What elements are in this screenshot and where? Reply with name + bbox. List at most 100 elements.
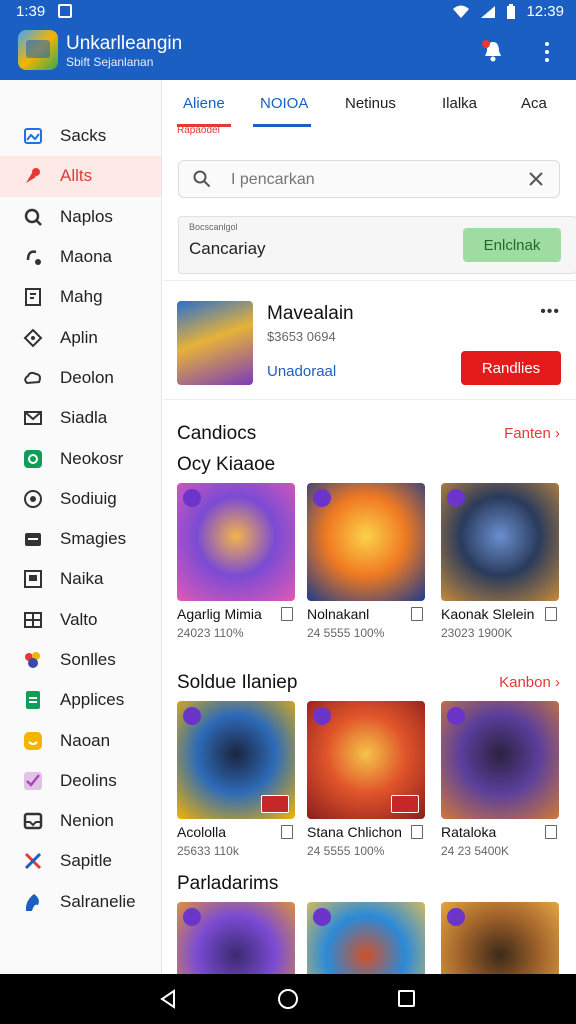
sidebar-item-aplin[interactable]: Aplin xyxy=(0,317,161,357)
tag-icon xyxy=(22,327,44,349)
game-card[interactable]: Nolnakanl 24 5555 100% xyxy=(307,483,425,640)
game-artwork[interactable] xyxy=(307,701,425,819)
game-artwork[interactable] xyxy=(307,483,425,601)
sidebar-item-nenion[interactable]: Nenion xyxy=(0,801,161,841)
sidebar-item-allts[interactable]: Allts xyxy=(0,156,161,197)
signal-icon xyxy=(481,5,496,18)
app-subtitle: Sbift Sejanlanan xyxy=(66,55,154,69)
cloud-icon xyxy=(22,367,44,389)
chat-icon xyxy=(22,448,44,470)
featured-action-button[interactable]: Randlies xyxy=(461,351,561,385)
game-meta: 24 5555 100% xyxy=(307,844,385,858)
featured-more-icon[interactable]: ••• xyxy=(540,303,560,321)
notifications-bell-icon[interactable] xyxy=(480,38,506,64)
sidebar-item-naoan[interactable]: Naoan xyxy=(0,720,161,760)
sidebar-item-label: Applices xyxy=(60,690,125,710)
home-icon[interactable] xyxy=(278,989,298,1009)
game-card[interactable]: Stana Chlichon 24 5555 100% xyxy=(307,701,425,858)
sidebar-item-mahg[interactable]: Mahg xyxy=(0,277,161,317)
flame-icon xyxy=(22,891,44,913)
bookmark-icon[interactable] xyxy=(281,607,293,621)
game-artwork[interactable] xyxy=(177,701,295,819)
game-card[interactable]: Kaonak Slelein 23023 1900K xyxy=(441,483,559,640)
image-icon xyxy=(22,125,44,147)
game-artwork[interactable] xyxy=(441,483,559,601)
game-card[interactable]: Agarlig Mimia 24023 110% xyxy=(177,483,295,640)
sidebar-item-valto[interactable]: Valto xyxy=(0,600,161,640)
sidebar-item-naika[interactable]: Naika xyxy=(0,559,161,599)
category-button[interactable]: Enlclnak xyxy=(463,228,561,262)
recents-icon[interactable] xyxy=(398,990,415,1007)
sidebar-item-sodiuig[interactable]: Sodiuig xyxy=(0,479,161,519)
section-title-3: Parladarims xyxy=(177,873,279,894)
bookmark-icon[interactable] xyxy=(281,825,293,839)
target-icon xyxy=(22,488,44,510)
sidebar-item-neokosr[interactable]: Neokosr xyxy=(0,438,161,478)
tab-subtext: Rapaodel xyxy=(177,125,220,136)
game-card[interactable]: Acololla 25633 110k xyxy=(177,701,295,858)
game-artwork[interactable] xyxy=(177,483,295,601)
tab-ilalka[interactable]: Ilalka xyxy=(442,95,477,112)
game-meta: 23023 1900K xyxy=(441,626,513,640)
game-tag-icon xyxy=(391,795,419,813)
sidebar-item-label: Maona xyxy=(60,247,112,267)
tab-noioa[interactable]: NOIOA xyxy=(260,95,308,112)
sidebar-item-smagies[interactable]: Smagies xyxy=(0,519,161,559)
sidebar-item-label: Nenion xyxy=(60,811,114,831)
section-more-link-1[interactable]: Fanten › xyxy=(504,425,560,442)
sidebar-item-salranelie[interactable]: Salranelie xyxy=(0,882,161,922)
sidebar-item-label: Naika xyxy=(60,569,104,589)
featured-thumbnail[interactable] xyxy=(177,301,253,385)
sidebar-item-sonlles[interactable]: Sonlles xyxy=(0,640,161,680)
game-artwork[interactable] xyxy=(307,902,425,974)
search-icon xyxy=(193,170,211,188)
game-card[interactable]: Rataloka 24 23 5400K xyxy=(441,701,559,858)
tab-aliene[interactable]: Aliene xyxy=(183,95,225,112)
category-hint: Bocscanlgol xyxy=(189,222,238,232)
sidebar-item-sacks[interactable]: Sacks xyxy=(0,116,161,156)
back-icon[interactable] xyxy=(158,989,178,1009)
bookmark-icon[interactable] xyxy=(545,825,557,839)
game-meta: 24023 110% xyxy=(177,626,244,640)
bookmark-icon[interactable] xyxy=(411,825,423,839)
frame-icon xyxy=(22,568,44,590)
featured-link[interactable]: Unadoraal xyxy=(267,363,336,380)
sidebar-item-deolins[interactable]: Deolins xyxy=(0,761,161,801)
doc-icon xyxy=(22,689,44,711)
game-badge-icon xyxy=(313,707,331,725)
sidebar-item-label: Salranelie xyxy=(60,891,136,911)
game-badge-icon xyxy=(447,489,465,507)
tab-aca[interactable]: Aca xyxy=(521,95,547,112)
game-title: Nolnakanl xyxy=(307,606,370,622)
featured-card[interactable]: Mavealain $3653 0694 Unadoraal ••• Randl… xyxy=(163,280,576,400)
sidebar-item-label: Mahg xyxy=(60,287,103,307)
game-artwork[interactable] xyxy=(441,902,559,974)
sidebar-item-label: Aplin xyxy=(60,327,98,347)
search-input[interactable] xyxy=(231,167,511,193)
sidebar-item-siadla[interactable]: Siadla xyxy=(0,398,161,438)
system-nav-bar xyxy=(0,974,576,1024)
game-card[interactable] xyxy=(307,902,425,974)
game-title: Agarlig Mimia xyxy=(177,606,262,622)
sidebar-item-sapitle[interactable]: Sapitle xyxy=(0,841,161,881)
clear-icon[interactable] xyxy=(527,170,545,188)
cross-icon xyxy=(22,850,44,872)
game-artwork[interactable] xyxy=(441,701,559,819)
inbox-icon xyxy=(22,810,44,832)
sidebar-item-maona[interactable]: Maona xyxy=(0,237,161,277)
game-card[interactable] xyxy=(177,902,295,974)
overflow-menu-icon[interactable] xyxy=(540,40,554,64)
section-more-link-2[interactable]: Kanbon › xyxy=(499,674,560,691)
sidebar-item-naplos[interactable]: Naplos xyxy=(0,197,161,237)
bookmark-icon[interactable] xyxy=(411,607,423,621)
sidebar-item-deolon[interactable]: Deolon xyxy=(0,358,161,398)
game-badge-icon xyxy=(183,707,201,725)
game-card[interactable] xyxy=(441,902,559,974)
mail-icon xyxy=(22,407,44,429)
section-subtitle-1: Ocy Kiaaoe xyxy=(177,454,276,475)
sidebar-item-applices[interactable]: Applices xyxy=(0,680,161,720)
game-artwork[interactable] xyxy=(177,902,295,974)
bookmark-icon[interactable] xyxy=(545,607,557,621)
game-meta: 25633 110k xyxy=(177,844,239,858)
tab-netinus[interactable]: Netinus xyxy=(345,95,396,112)
